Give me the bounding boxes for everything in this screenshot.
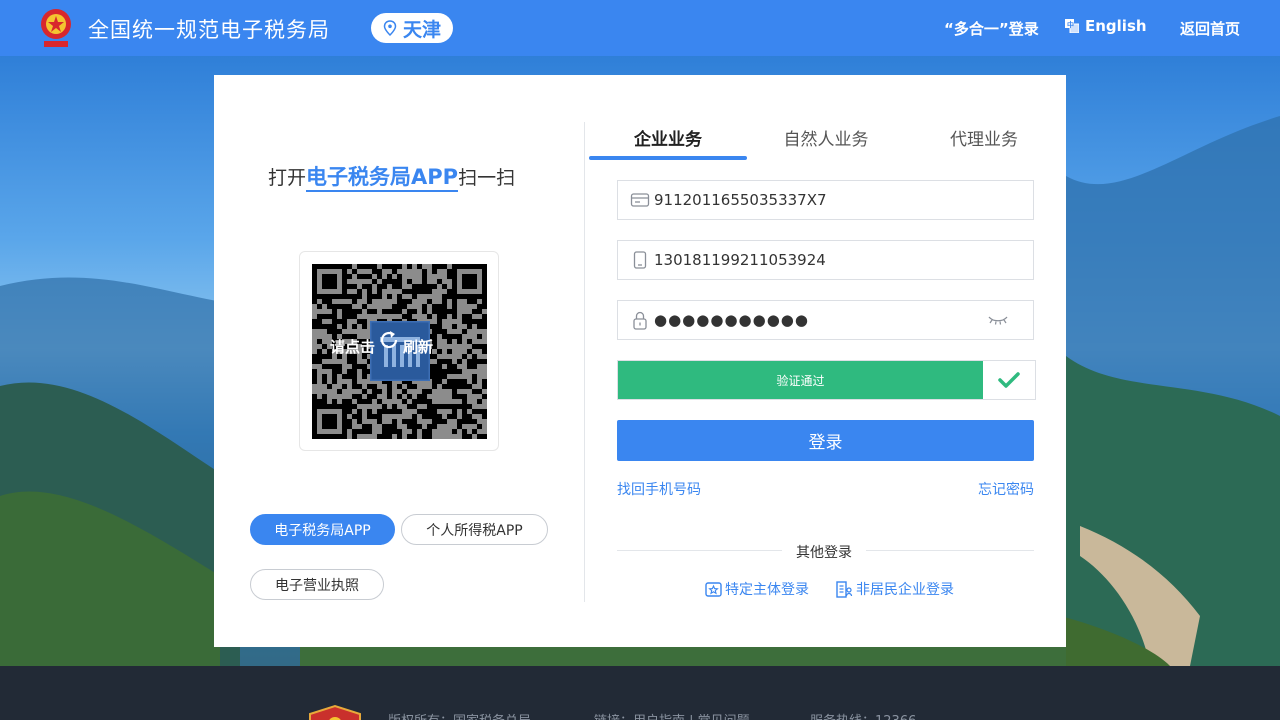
phone-input[interactable] [654,251,974,269]
language-icon: 中 [1065,19,1079,33]
footer-emblem-icon [309,704,361,720]
phone-field [617,240,1034,280]
verify-status-text: 验证通过 [618,361,983,399]
page-footer: 版权所有：国家税务总局 链接：用户指南 | 常见问题 服务热线：12366 [0,666,1280,720]
scan-title: 打开电子税务局APP扫一扫 [268,161,516,192]
scan-title-suffix: 扫一扫 [458,167,516,189]
site-title: 全国统一规范电子税务局 [88,18,330,42]
region-selector[interactable]: 天津 [371,13,454,43]
refresh-left-text: 请点击 [330,337,376,356]
region-label: 天津 [403,18,442,41]
refresh-right-text: 刷新 [403,337,434,356]
location-pin-icon [383,20,397,36]
non-resident-label: 非居民企业登录 [856,582,954,598]
tab-enterprise[interactable]: 企业业务 [589,115,747,160]
tab-agent[interactable]: 代理业务 [905,115,1063,160]
password-field [617,300,1034,340]
recover-phone-link[interactable]: 找回手机号码 [617,479,701,499]
refresh-icon [380,331,398,349]
special-entity-label: 特定主体登录 [725,582,809,598]
special-entity-login-link[interactable]: 特定主体登录 [705,579,809,599]
multi-login-link[interactable]: “多合一”登录 [944,18,1039,39]
check-icon [998,372,1020,388]
verify-handle[interactable] [983,361,1035,399]
hide-password-icon[interactable] [987,313,1009,327]
slider-verification[interactable]: 验证通过 [617,360,1036,400]
login-card: 打开电子税务局APP扫一扫 请点击 刷新 电子税务局APP 个人所得税APP 电… [214,75,1066,647]
lock-icon [633,311,647,330]
other-login-label: 其他登录 [782,542,866,562]
tax-id-input[interactable] [654,191,974,209]
tab-natural-person[interactable]: 自然人业务 [747,115,905,160]
footer-copyright: 版权所有：国家税务总局 [388,710,531,720]
tax-app-pill[interactable]: 电子税务局APP [250,514,395,545]
income-tax-app-pill[interactable]: 个人所得税APP [401,514,548,545]
id-card-icon [630,193,650,207]
qr-refresh-button[interactable]: 请点击 刷新 [330,331,434,358]
scan-title-app: 电子税务局APP [306,165,459,192]
special-entity-icon [705,581,722,597]
scan-title-prefix: 打开 [268,167,307,189]
e-business-license-pill[interactable]: 电子营业执照 [250,569,384,600]
login-button[interactable]: 登录 [617,420,1034,461]
tax-bureau-emblem-icon [41,9,71,47]
footer-links[interactable]: 链接：用户指南 | 常见问题 [594,710,750,720]
footer-hotline: 服务热线：12366 [810,710,916,720]
home-link[interactable]: 返回首页 [1180,18,1240,39]
non-resident-login-link[interactable]: 非居民企业登录 [836,579,954,599]
mobile-phone-icon [633,251,647,269]
qr-code-box: 请点击 刷新 [299,251,499,451]
top-header: 全国统一规范电子税务局 天津 “多合一”登录 中 English 返回首页 [0,0,1280,56]
panel-divider [584,122,585,602]
english-label: English [1085,17,1147,35]
english-link[interactable]: 中 English [1065,17,1147,35]
login-tabs: 企业业务 自然人业务 代理业务 [589,115,1049,160]
svg-text:中: 中 [1067,20,1074,29]
non-resident-icon [836,580,853,598]
forgot-password-link[interactable]: 忘记密码 [978,479,1034,499]
password-input[interactable] [654,311,974,329]
tax-id-field [617,180,1034,220]
